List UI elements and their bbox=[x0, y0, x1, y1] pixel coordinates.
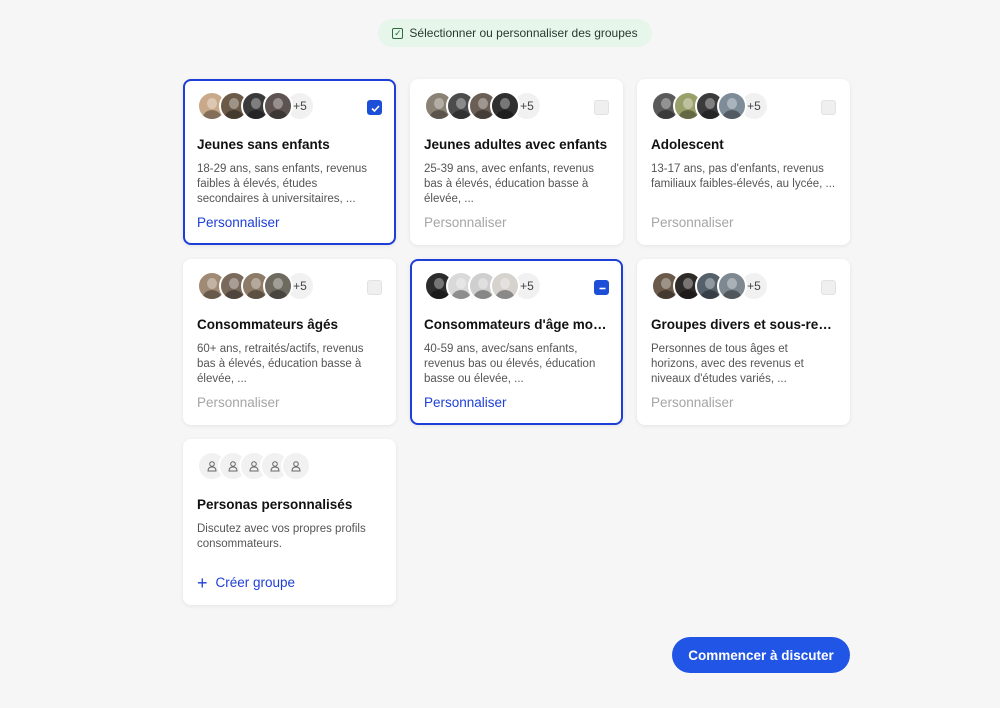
customize-link[interactable]: Personnaliser bbox=[197, 215, 280, 230]
group-checkbox[interactable] bbox=[594, 100, 609, 115]
group-title: Jeunes sans enfants bbox=[197, 137, 330, 152]
group-card[interactable]: +5 Groupes divers et sous-rep... Personn… bbox=[637, 259, 850, 425]
group-card[interactable]: +5 Consommateurs d'âge moy... 40-59 ans,… bbox=[410, 259, 623, 425]
group-description: 13-17 ans, pas d'enfants, revenus famili… bbox=[651, 163, 836, 190]
plus-icon: + bbox=[197, 572, 208, 593]
group-checkbox[interactable] bbox=[367, 280, 382, 295]
customize-link[interactable]: Personnaliser bbox=[197, 395, 280, 410]
create-group-label: Créer groupe bbox=[215, 575, 296, 590]
custom-personas-title: Personas personnalisés bbox=[197, 497, 353, 512]
avatar bbox=[263, 271, 293, 301]
group-title: Consommateurs âgés bbox=[197, 317, 339, 332]
check-icon bbox=[371, 105, 380, 113]
group-card[interactable]: +5 Jeunes adultes avec enfants 25-39 ans… bbox=[410, 79, 623, 245]
avatar-stack: +5 bbox=[651, 91, 769, 121]
group-checkbox[interactable] bbox=[821, 100, 836, 115]
group-description: 60+ ans, retraités/actifs, revenus bas à… bbox=[197, 343, 364, 385]
group-title: Consommateurs d'âge moy... bbox=[424, 317, 609, 332]
customize-link[interactable]: Personnaliser bbox=[651, 395, 734, 410]
group-title: Jeunes adultes avec enfants bbox=[424, 137, 608, 152]
start-chat-button[interactable]: Commencer à discuter bbox=[672, 637, 850, 673]
custom-personas-card[interactable]: Personas personnalisés Discutez avec vos… bbox=[183, 439, 396, 605]
minus-icon bbox=[599, 287, 606, 290]
group-checkbox[interactable] bbox=[367, 100, 382, 115]
customize-link[interactable]: Personnaliser bbox=[424, 215, 507, 230]
group-checkbox[interactable] bbox=[821, 280, 836, 295]
custom-personas-description: Discutez avec vos propres profils consom… bbox=[197, 523, 366, 550]
avatar bbox=[490, 271, 520, 301]
customize-link[interactable]: Personnaliser bbox=[424, 395, 507, 410]
avatar-stack: +5 bbox=[424, 271, 542, 301]
avatar bbox=[263, 91, 293, 121]
group-description: 25-39 ans, avec enfants, revenus bas à é… bbox=[424, 163, 595, 205]
avatar-stack: +5 bbox=[197, 271, 315, 301]
banner-label: Sélectionner ou personnaliser des groupe… bbox=[409, 26, 638, 40]
placeholder-avatar-stack bbox=[197, 451, 311, 481]
avatar-stack: +5 bbox=[197, 91, 315, 121]
group-card[interactable]: +5 Adolescent 13-17 ans, pas d'enfants, … bbox=[637, 79, 850, 245]
group-card[interactable]: +5 Jeunes sans enfants 18-29 ans, sans e… bbox=[183, 79, 396, 245]
group-card[interactable]: +5 Consommateurs âgés 60+ ans, retraités… bbox=[183, 259, 396, 425]
avatar-stack: +5 bbox=[424, 91, 542, 121]
group-checkbox[interactable] bbox=[594, 280, 609, 295]
group-description: 40-59 ans, avec/sans enfants, revenus ba… bbox=[424, 343, 596, 385]
group-description: Personnes de tous âges et horizons, avec… bbox=[651, 343, 804, 385]
avatar-stack: +5 bbox=[651, 271, 769, 301]
person-icon bbox=[281, 451, 311, 481]
avatar bbox=[717, 271, 747, 301]
group-title: Adolescent bbox=[651, 137, 724, 152]
create-group-button[interactable]: + Créer groupe bbox=[197, 572, 296, 593]
checkbox-icon: ✓ bbox=[392, 27, 404, 39]
customize-link[interactable]: Personnaliser bbox=[651, 215, 734, 230]
group-title: Groupes divers et sous-rep... bbox=[651, 317, 836, 332]
avatar bbox=[717, 91, 747, 121]
group-description: 18-29 ans, sans enfants, revenus faibles… bbox=[197, 163, 368, 205]
avatar bbox=[490, 91, 520, 121]
instruction-banner: ✓ Sélectionner ou personnaliser des grou… bbox=[378, 19, 652, 47]
